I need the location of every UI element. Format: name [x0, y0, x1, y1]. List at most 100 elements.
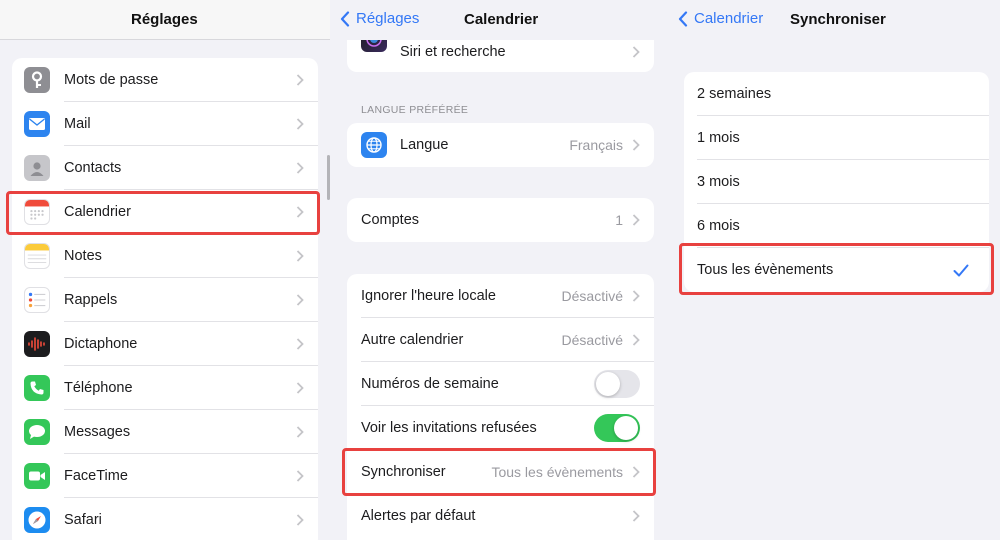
- sync-label: Synchroniser: [361, 464, 446, 480]
- messages-icon: [24, 419, 50, 445]
- ignore-local-time-value: Désactivé: [561, 288, 623, 304]
- mail-icon: [24, 111, 50, 137]
- language-group: Langue Français: [347, 123, 654, 167]
- chevron-right-icon: [632, 139, 640, 151]
- back-button[interactable]: Réglages: [340, 10, 419, 27]
- week-numbers-label: Numéros de semaine: [361, 376, 499, 392]
- language-label: Langue: [400, 137, 449, 153]
- language-section-header: LANGUE PRÉFÉRÉE: [361, 104, 469, 116]
- calendar-settings-panel: Réglages Calendrier Siri et recherche Ré…: [330, 0, 668, 540]
- sync-option-label: 3 mois: [697, 174, 740, 190]
- sync-option-2-weeks[interactable]: 2 semaines: [684, 72, 989, 116]
- chevron-right-icon: [296, 162, 304, 174]
- language-value: Français: [569, 137, 623, 153]
- chevron-right-icon: [296, 250, 304, 262]
- settings-item-safari[interactable]: Safari: [12, 498, 318, 540]
- chevron-right-icon: [296, 426, 304, 438]
- sync-navbar: Calendrier Synchroniser: [668, 0, 1000, 40]
- ignore-local-time-label: Ignorer l'heure locale: [361, 288, 496, 304]
- chevron-right-icon: [632, 466, 640, 478]
- chevron-right-icon: [632, 510, 640, 522]
- settings-item-contacts[interactable]: Contacts: [12, 146, 318, 190]
- back-button-label: Calendrier: [694, 10, 764, 27]
- page-title: Synchroniser: [790, 11, 886, 28]
- chevron-right-icon: [296, 74, 304, 86]
- week-numbers-toggle[interactable]: [594, 370, 640, 398]
- accounts-label: Comptes: [361, 212, 420, 228]
- sync-row[interactable]: Synchroniser Tous les évènements: [347, 450, 654, 494]
- sync-option-label: Tous les évènements: [697, 262, 834, 278]
- chevron-left-icon: [678, 10, 688, 27]
- settings-list: Mots de passe Mail Contacts Calendrier N…: [12, 58, 318, 540]
- settings-item-telephone[interactable]: Téléphone: [12, 366, 318, 410]
- chevron-right-icon: [296, 206, 304, 218]
- chevron-right-icon: [296, 470, 304, 482]
- declined-invitations-label: Voir les invitations refusées: [361, 420, 537, 436]
- settings-item-label: Mots de passe: [64, 72, 159, 88]
- chevron-right-icon: [296, 382, 304, 394]
- calendar-navbar-overlay: Réglages Calendrier: [330, 0, 668, 40]
- sync-option-1-month[interactable]: 1 mois: [684, 116, 989, 160]
- chevron-right-icon: [296, 294, 304, 306]
- declined-invitations-toggle[interactable]: [594, 414, 640, 442]
- notes-icon: [24, 243, 50, 269]
- other-calendar-value: Désactivé: [561, 332, 623, 348]
- calendar-icon: [24, 199, 50, 225]
- chevron-right-icon: [632, 214, 640, 226]
- sync-option-all-events[interactable]: Tous les évènements: [684, 248, 989, 292]
- sync-option-label: 6 mois: [697, 218, 740, 234]
- facetime-icon: [24, 463, 50, 489]
- settings-item-facetime[interactable]: FaceTime: [12, 454, 318, 498]
- default-alerts-label: Alertes par défaut: [361, 508, 476, 524]
- accounts-group: Comptes 1: [347, 198, 654, 242]
- week-numbers-row: Numéros de semaine: [347, 362, 654, 406]
- back-button-label: Réglages: [356, 10, 420, 27]
- checkmark-icon: [953, 264, 969, 276]
- ignore-local-time-row[interactable]: Ignorer l'heure locale Désactivé: [347, 274, 654, 318]
- chevron-right-icon: [632, 46, 640, 58]
- sync-value: Tous les évènements: [491, 464, 623, 480]
- settings-item-calendrier[interactable]: Calendrier: [12, 190, 318, 234]
- settings-item-notes[interactable]: Notes: [12, 234, 318, 278]
- siri-label: Siri et recherche: [400, 44, 506, 60]
- accounts-count: 1: [615, 212, 623, 228]
- sync-option-3-months[interactable]: 3 mois: [684, 160, 989, 204]
- sync-option-label: 2 semaines: [697, 86, 772, 102]
- key-icon: [24, 67, 50, 93]
- settings-item-label: Dictaphone: [64, 336, 138, 352]
- chevron-right-icon: [296, 118, 304, 130]
- settings-item-label: Rappels: [64, 292, 118, 308]
- other-calendar-label: Autre calendrier: [361, 332, 464, 348]
- back-button[interactable]: Calendrier: [678, 10, 763, 27]
- sync-options-group: 2 semaines 1 mois 3 mois 6 mois Tous les…: [684, 72, 989, 292]
- accounts-row[interactable]: Comptes 1: [347, 198, 654, 242]
- reminders-icon: [24, 287, 50, 313]
- page-title: Réglages: [131, 11, 198, 28]
- settings-item-label: Messages: [64, 424, 131, 440]
- settings-item-label: Téléphone: [64, 380, 133, 396]
- settings-item-mots-de-passe[interactable]: Mots de passe: [12, 58, 318, 102]
- settings-panel: Réglages Mots de passe Mail Contacts Cal…: [0, 0, 330, 540]
- dictaphone-icon: [24, 331, 50, 357]
- chevron-right-icon: [296, 338, 304, 350]
- settings-navbar: Réglages: [0, 0, 330, 40]
- chevron-left-icon: [340, 10, 350, 27]
- settings-item-rappels[interactable]: Rappels: [12, 278, 318, 322]
- sync-option-label: 1 mois: [697, 130, 740, 146]
- other-calendar-row[interactable]: Autre calendrier Désactivé: [347, 318, 654, 362]
- settings-item-label: Calendrier: [64, 204, 131, 220]
- chevron-right-icon: [632, 290, 640, 302]
- default-alerts-row[interactable]: Alertes par défaut: [347, 494, 654, 538]
- settings-item-mail[interactable]: Mail: [12, 102, 318, 146]
- settings-item-dictaphone[interactable]: Dictaphone: [12, 322, 318, 366]
- language-row[interactable]: Langue Français: [347, 123, 654, 167]
- settings-item-label: FaceTime: [64, 468, 128, 484]
- sync-option-6-months[interactable]: 6 mois: [684, 204, 989, 248]
- sync-panel: Calendrier Synchroniser 2 semaines 1 moi…: [668, 0, 1000, 540]
- page-title: Calendrier: [464, 11, 539, 28]
- settings-item-label: Mail: [64, 116, 91, 132]
- settings-item-messages[interactable]: Messages: [12, 410, 318, 454]
- settings-item-label: Safari: [64, 512, 102, 528]
- chevron-right-icon: [296, 514, 304, 526]
- contacts-icon: [24, 155, 50, 181]
